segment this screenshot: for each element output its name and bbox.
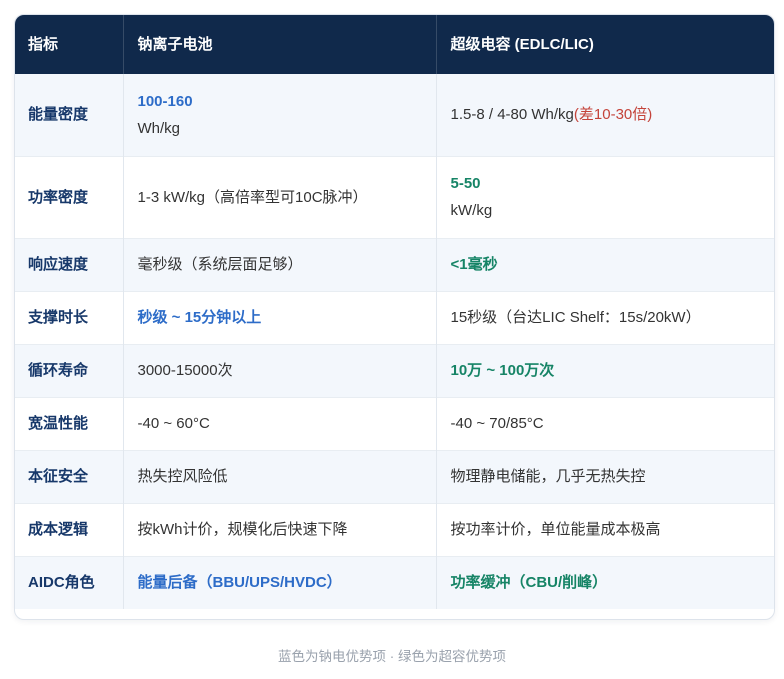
header-metric: 指标 [15, 15, 123, 74]
supercap-cell: 物理静电储能，几乎无热失控 [435, 449, 774, 503]
metric-label: 宽温性能 [15, 396, 123, 450]
header-sodium-battery: 钠离子电池 [122, 15, 436, 74]
sodium-cell: 能量后备（BBU/UPS/HVDC） [122, 555, 436, 609]
metric-label: 响应速度 [15, 237, 123, 291]
supercap-unit: kW/kg [450, 202, 493, 219]
row-support-duration: 支撑时长 秒级 ~ 15分钟以上 15秒级（台达LIC Shelf：15s/20… [15, 290, 774, 344]
supercap-cell: 10万 ~ 100万次 [435, 343, 774, 397]
metric-label: AIDC角色 [15, 555, 123, 609]
table-header-row: 指标 钠离子电池 超级电容 (EDLC/LIC) [15, 15, 774, 74]
comparison-table: 指标 钠离子电池 超级电容 (EDLC/LIC) 能量密度 100-160 Wh… [15, 15, 774, 609]
metric-label: 能量密度 [15, 74, 123, 156]
metric-label: 支撑时长 [15, 290, 123, 344]
supercap-cell: 5-50 kW/kg [435, 155, 774, 238]
supercap-text: 1.5-8 / 4-80 Wh/kg [450, 106, 574, 124]
sodium-cell: 秒级 ~ 15分钟以上 [122, 290, 436, 344]
sodium-cell: 100-160 Wh/kg [122, 74, 436, 156]
row-cycle-life: 循环寿命 3000-15000次 10万 ~ 100万次 [15, 343, 774, 397]
row-temperature-range: 宽温性能 -40 ~ 60°C -40 ~ 70/85°C [15, 396, 774, 450]
metric-label: 循环寿命 [15, 343, 123, 397]
supercap-gap-note: (差10-30倍) [573, 106, 653, 124]
supercap-cell: 15秒级（台达LIC Shelf：15s/20kW） [435, 290, 774, 344]
supercap-cell: 1.5-8 / 4-80 Wh/kg(差10-30倍) [435, 74, 774, 156]
supercap-value: 5-50 [450, 175, 481, 192]
sodium-cell: 热失控风险低 [122, 449, 436, 503]
comparison-card: 指标 钠离子电池 超级电容 (EDLC/LIC) 能量密度 100-160 Wh… [14, 14, 775, 620]
supercap-cell: -40 ~ 70/85°C [435, 396, 774, 450]
row-energy-density: 能量密度 100-160 Wh/kg 1.5-8 / 4-80 Wh/kg(差1… [15, 74, 774, 156]
supercap-cell: 按功率计价，单位能量成本极高 [435, 502, 774, 556]
sodium-cell: 3000-15000次 [122, 343, 436, 397]
sodium-cell: 1-3 kW/kg（高倍率型可10C脉冲） [122, 155, 436, 238]
metric-label: 功率密度 [15, 155, 123, 238]
supercap-cell: 功率缓冲（CBU/削峰） [435, 555, 774, 609]
row-power-density: 功率密度 1-3 kW/kg（高倍率型可10C脉冲） 5-50 kW/kg [15, 155, 774, 238]
row-aidc-role: AIDC角色 能量后备（BBU/UPS/HVDC） 功率缓冲（CBU/削峰） [15, 555, 774, 609]
row-response-speed: 响应速度 毫秒级（系统层面足够） <1毫秒 [15, 237, 774, 291]
sodium-value: 100-160 [137, 92, 193, 110]
sodium-cell: 毫秒级（系统层面足够） [122, 237, 436, 291]
sodium-cell: 按kWh计价，规模化后快速下降 [122, 502, 436, 556]
row-cost-logic: 成本逻辑 按kWh计价，规模化后快速下降 按功率计价，单位能量成本极高 [15, 502, 774, 556]
header-supercapacitor: 超级电容 (EDLC/LIC) [435, 15, 774, 74]
metric-label: 本征安全 [15, 449, 123, 503]
color-legend-note: 蓝色为钠电优势项 · 绿色为超容优势项 [278, 649, 506, 664]
supercap-cell: <1毫秒 [435, 237, 774, 291]
sodium-cell: -40 ~ 60°C [122, 396, 436, 450]
row-intrinsic-safety: 本征安全 热失控风险低 物理静电储能，几乎无热失控 [15, 449, 774, 503]
sodium-unit: Wh/kg [137, 119, 181, 137]
metric-label: 成本逻辑 [15, 502, 123, 556]
